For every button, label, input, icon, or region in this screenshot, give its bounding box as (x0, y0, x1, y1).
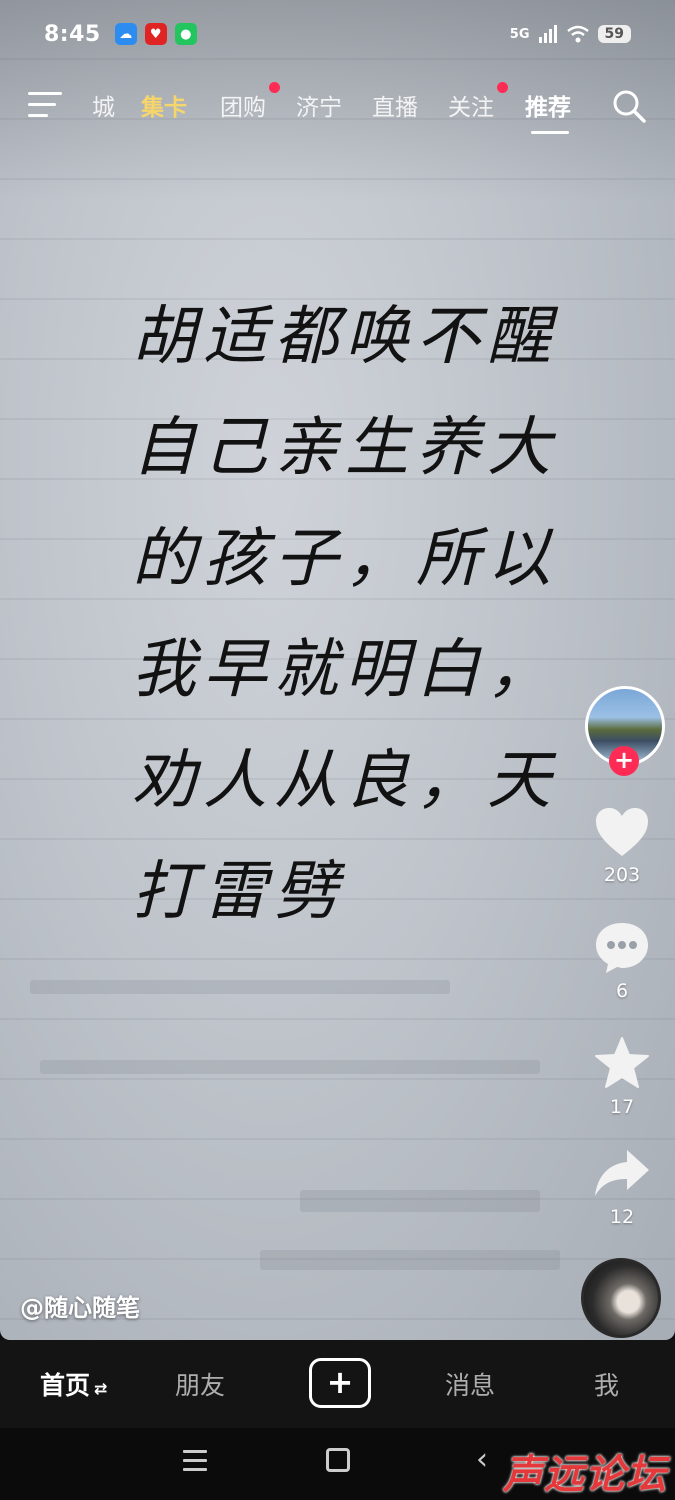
status-bar: 8:45 ☁ ♥ ● 5G 59 (44, 18, 631, 50)
tab-following[interactable]: 关注 (448, 82, 508, 122)
comment-button[interactable]: 6 (587, 920, 657, 1002)
author-name[interactable]: @随心随笔 (20, 1288, 140, 1323)
tab-recommend[interactable]: 推荐 (525, 88, 571, 134)
calligraphy-line: 劝人从良，天 (132, 744, 558, 818)
calligraphy-line: 自己亲生养大 (132, 411, 558, 485)
watermark-logo: 声远论坛 (503, 1451, 667, 1498)
calligraphy-line: 胡适都唤不醒 (132, 300, 558, 374)
tab-live[interactable]: 直播 (372, 88, 418, 122)
tab-home[interactable]: 首页 ⇄ (40, 1366, 107, 1402)
chat-app-icon: ● (174, 23, 197, 45)
tab-collect-cards[interactable]: 集卡 (141, 88, 187, 122)
background-print-line (30, 980, 450, 994)
bottom-tab-bar: 首页 ⇄ 朋友 + 消息 我 (0, 1340, 675, 1428)
share-count: 12 (609, 1206, 635, 1228)
calligraphy-line: 打雷劈 (132, 855, 345, 929)
status-time: 8:45 (44, 21, 101, 47)
signal-icon (538, 25, 557, 43)
comment-icon[interactable] (594, 920, 650, 974)
menu-icon[interactable] (28, 92, 64, 122)
notification-icons: ☁ ♥ ● (114, 23, 197, 45)
tab-jining[interactable]: 济宁 (296, 88, 342, 122)
active-tab-underline (531, 131, 569, 134)
network-label: 5G (509, 26, 530, 42)
comment-count: 6 (615, 980, 629, 1002)
background-print-line (260, 1250, 560, 1270)
heart-icon[interactable] (594, 806, 650, 858)
tab-me[interactable]: 我 (594, 1366, 619, 1402)
background-print-line (300, 1190, 540, 1212)
tab-badge-dot (497, 82, 508, 93)
like-button[interactable]: 203 (587, 806, 657, 886)
author-avatar-button[interactable]: + (585, 686, 665, 776)
favorite-button[interactable]: 17 (587, 1036, 657, 1118)
recent-apps-icon[interactable] (183, 1450, 207, 1477)
favorite-count: 17 (609, 1096, 635, 1118)
share-button[interactable]: 12 (587, 1148, 657, 1228)
tab-city[interactable]: 城 (92, 88, 115, 122)
swap-icon: ⇄ (94, 1379, 108, 1398)
calligraphy-text: 胡适都唤不醒 自己亲生养大 的孩子，所以 我早就明白， 劝人从良，天 打雷劈 (132, 282, 558, 948)
top-navigation: 城 集卡 团购 济宁 直播 关注 推荐 (0, 82, 675, 134)
tab-friends[interactable]: 朋友 (175, 1366, 225, 1402)
follow-plus-icon[interactable]: + (609, 746, 639, 776)
background-print-line (40, 1060, 540, 1074)
status-right: 5G 59 (510, 25, 631, 43)
like-count: 203 (603, 864, 641, 886)
screen: 8:45 ☁ ♥ ● 5G 59 城 集卡 团购 济宁 直播 关注 推荐 胡适都… (0, 0, 675, 1500)
create-button[interactable]: + (309, 1358, 371, 1408)
tab-group-buy[interactable]: 团购 (220, 82, 280, 122)
weather-app-icon: ☁ (114, 23, 137, 45)
music-disc-icon[interactable] (581, 1258, 661, 1338)
tab-messages[interactable]: 消息 (445, 1366, 495, 1402)
calligraphy-line: 我早就明白， (132, 633, 558, 707)
calligraphy-line: 的孩子，所以 (132, 522, 558, 596)
back-icon[interactable]: ‹ (476, 1442, 488, 1477)
search-icon[interactable] (611, 88, 647, 124)
health-app-icon: ♥ (144, 23, 167, 45)
share-arrow-icon[interactable] (593, 1148, 651, 1200)
wifi-icon (566, 25, 589, 43)
star-icon[interactable] (594, 1036, 650, 1090)
battery-indicator: 59 (597, 25, 631, 43)
tab-badge-dot (269, 82, 280, 93)
home-icon[interactable] (326, 1448, 350, 1472)
